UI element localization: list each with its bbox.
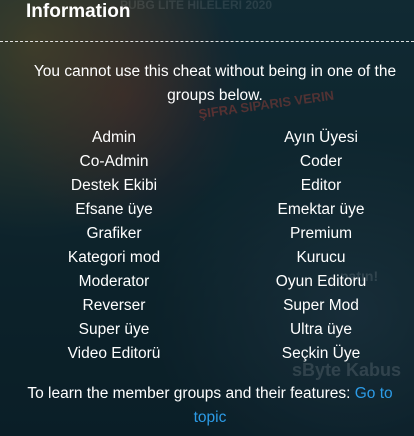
group-item: Grafiker [86,225,142,242]
group-item: Destek Ekibi [70,177,158,194]
panel-header: Information [0,0,414,42]
group-item: Seçkin Üye [281,345,361,362]
group-item: Moderator [78,273,150,290]
group-item: Emektar üye [277,201,365,218]
access-requirement-text: You cannot use this cheat without being … [33,63,397,104]
group-item: Kategori mod [67,249,161,266]
group-item: Reverser [82,297,146,314]
information-panel: Information You cannot use this cheat wi… [0,0,414,436]
group-item: Kurucu [296,249,346,266]
member-groups-footer: To learn the member groups and their fea… [10,382,410,430]
footer-text: To learn the member groups and their fea… [27,385,351,402]
group-item: Admin [92,129,136,146]
group-item: Super üye [78,321,150,338]
group-item: Oyun Editoru [275,273,367,290]
group-item: Coder [299,153,343,170]
group-item: Video Editorü [67,345,161,362]
groups-column-right: Ayın Üyesi Coder Editor Emektar üye Prem… [228,126,414,366]
group-item: Co-Admin [79,153,149,170]
member-groups-list: Admin Co-Admin Destek Ekibi Efsane üye G… [0,126,414,366]
group-item: Efsane üye [75,201,153,218]
group-item: Editor [300,177,342,194]
group-item: Ultra üye [289,321,353,338]
group-item: Super Mod [283,297,359,314]
group-item: Ayın Üyesi [284,129,358,146]
group-item: Premium [289,225,352,242]
groups-column-left: Admin Co-Admin Destek Ekibi Efsane üye G… [0,126,228,366]
panel-title: Information [26,1,131,22]
